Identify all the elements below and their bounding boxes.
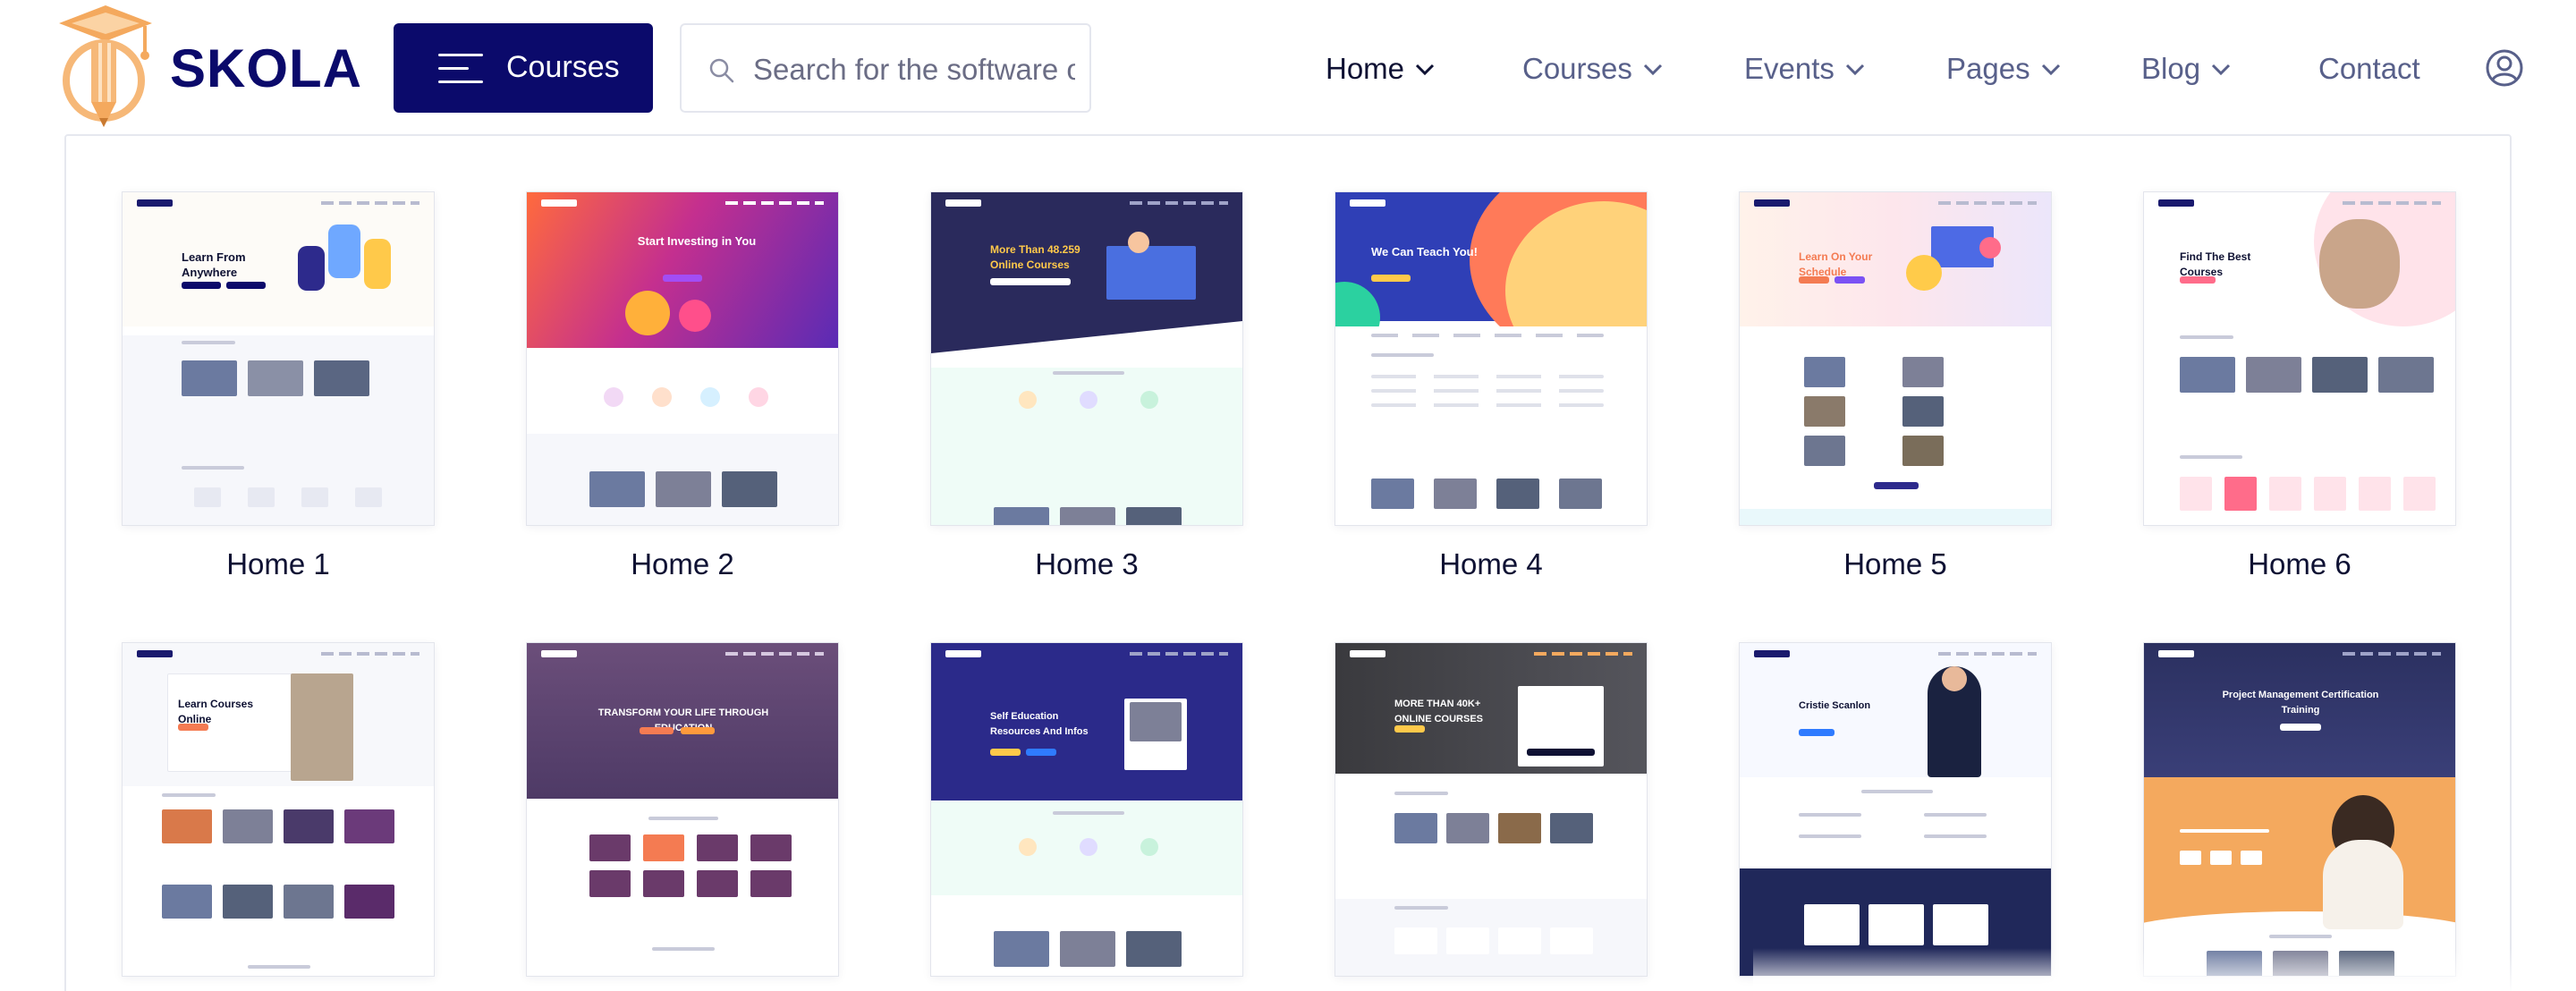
demo-thumbnail[interactable]: Find The Best Courses [2143, 191, 2456, 526]
chevron-down-icon [1845, 64, 1864, 76]
nav-item-pages[interactable]: Pages [1946, 47, 2061, 91]
demo-title[interactable]: Home 6 [2143, 547, 2456, 581]
demo-heading: Project Management Certification Trainin… [2222, 690, 2379, 716]
nav-label: Pages [1946, 52, 2030, 85]
demo-title[interactable]: Home 3 [930, 547, 1243, 581]
demo-thumbnail[interactable]: Start Investing in You [526, 191, 839, 526]
nav-label: Courses [1522, 52, 1632, 85]
demo-heading: More Than 48.259 Online Courses [990, 243, 1080, 271]
nav-item-courses[interactable]: Courses [1522, 47, 1663, 91]
user-circle-icon[interactable] [2485, 48, 2524, 88]
chevron-down-icon [2041, 64, 2060, 76]
demo-thumbnail[interactable]: More Than 48.259 Online Courses [930, 191, 1243, 526]
demo-thumbnail[interactable]: We Can Teach You! [1335, 191, 1648, 526]
brand-name: SKOLA [170, 38, 362, 98]
brand-logo[interactable]: SKOLA [52, 4, 361, 132]
demo-title[interactable]: Home 5 [1739, 547, 2052, 581]
demo-thumbnail[interactable]: Cristie Scanlon [1739, 642, 2052, 977]
demo-thumbnail[interactable]: Learn On Your Schedule [1739, 191, 2052, 526]
demo-heading: Learn On Your Schedule [1799, 250, 1873, 278]
site-header: SKOLA Courses Home Courses Events Pages … [0, 0, 2576, 134]
demo-heading: Start Investing in You [637, 234, 757, 248]
demo-thumbnail[interactable]: Learn Courses Online [122, 642, 435, 977]
nav-item-events[interactable]: Events [1744, 47, 1865, 91]
demo-thumbnail[interactable]: Learn From Anywhere [122, 191, 435, 526]
bottom-fade-overlay [1753, 948, 2576, 991]
nav-label: Home [1326, 52, 1405, 85]
demo-heading: Learn Courses Online [178, 698, 254, 725]
demo-heading: Self Education Resources And Infos [990, 711, 1089, 737]
demo-heading: We Can Teach You! [1371, 245, 1478, 258]
demo-heading: Learn From Anywhere [182, 250, 246, 279]
demo-title[interactable]: Home 1 [122, 547, 435, 581]
chevron-down-icon [2212, 64, 2231, 76]
demo-thumbnail[interactable]: Self Education Resources And Infos [930, 642, 1243, 977]
nav-item-contact[interactable]: Contact [2318, 47, 2420, 91]
courses-button-label: Courses [506, 50, 620, 84]
search-box[interactable] [680, 23, 1091, 113]
demo-thumbnail[interactable]: TRANSFORM YOUR LIFE THROUGH EDUCATION [526, 642, 839, 977]
chevron-down-icon [1415, 64, 1435, 76]
demo-grid-panel: Learn From Anywhere Home 1 Start Investi… [64, 134, 2512, 991]
courses-menu-button[interactable]: Courses [394, 23, 653, 113]
nav-label: Contact [2318, 52, 2420, 85]
demo-thumbnail[interactable]: MORE THAN 40K+ ONLINE COURSES [1335, 642, 1648, 977]
chevron-down-icon [1643, 64, 1662, 76]
demo-heading: MORE THAN 40K+ ONLINE COURSES [1394, 699, 1484, 724]
nav-item-home[interactable]: Home [1326, 47, 1435, 91]
search-icon [709, 58, 734, 83]
graduation-pencil-logo-icon [59, 5, 152, 127]
demo-title[interactable]: Home 4 [1335, 547, 1648, 581]
demo-heading: Cristie Scanlon [1799, 700, 1871, 711]
hamburger-icon [438, 54, 483, 84]
demo-title[interactable]: Home 2 [526, 547, 839, 581]
search-input[interactable] [753, 50, 1075, 89]
nav-label: Events [1744, 52, 1835, 85]
demo-heading: Find The Best Courses [2180, 250, 2251, 278]
nav-item-blog[interactable]: Blog [2141, 47, 2231, 91]
nav-label: Blog [2141, 52, 2201, 85]
demo-thumbnail[interactable]: Project Management Certification Trainin… [2143, 642, 2456, 977]
